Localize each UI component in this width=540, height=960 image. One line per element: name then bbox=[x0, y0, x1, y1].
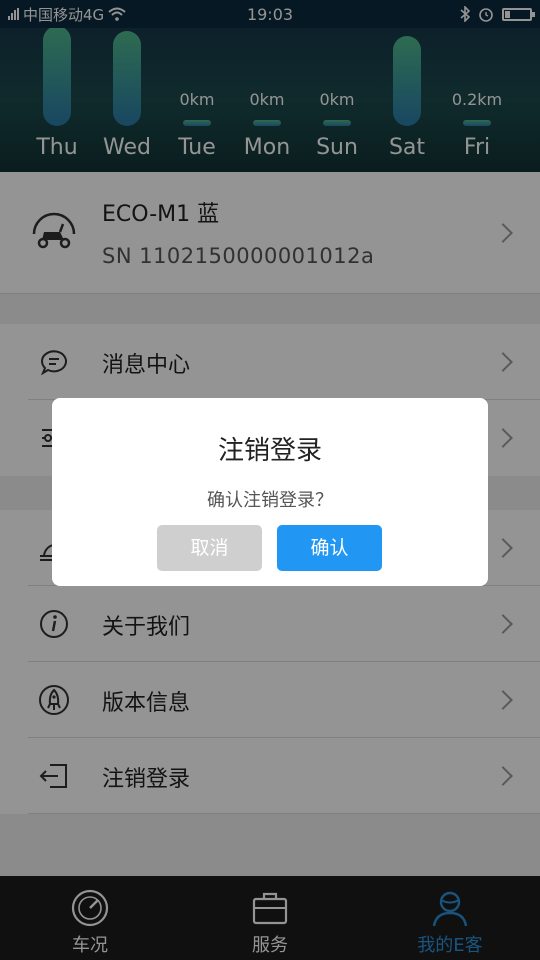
dialog-title: 注销登录 bbox=[217, 436, 322, 466]
dialog-message: 确认注销登录？ bbox=[207, 490, 333, 511]
cancel-button[interactable]: 取消 bbox=[157, 525, 262, 571]
logout-dialog: 注销登录 确认注销登录？ 取消 确认 bbox=[52, 398, 488, 586]
confirm-button[interactable]: 确认 bbox=[277, 525, 382, 571]
